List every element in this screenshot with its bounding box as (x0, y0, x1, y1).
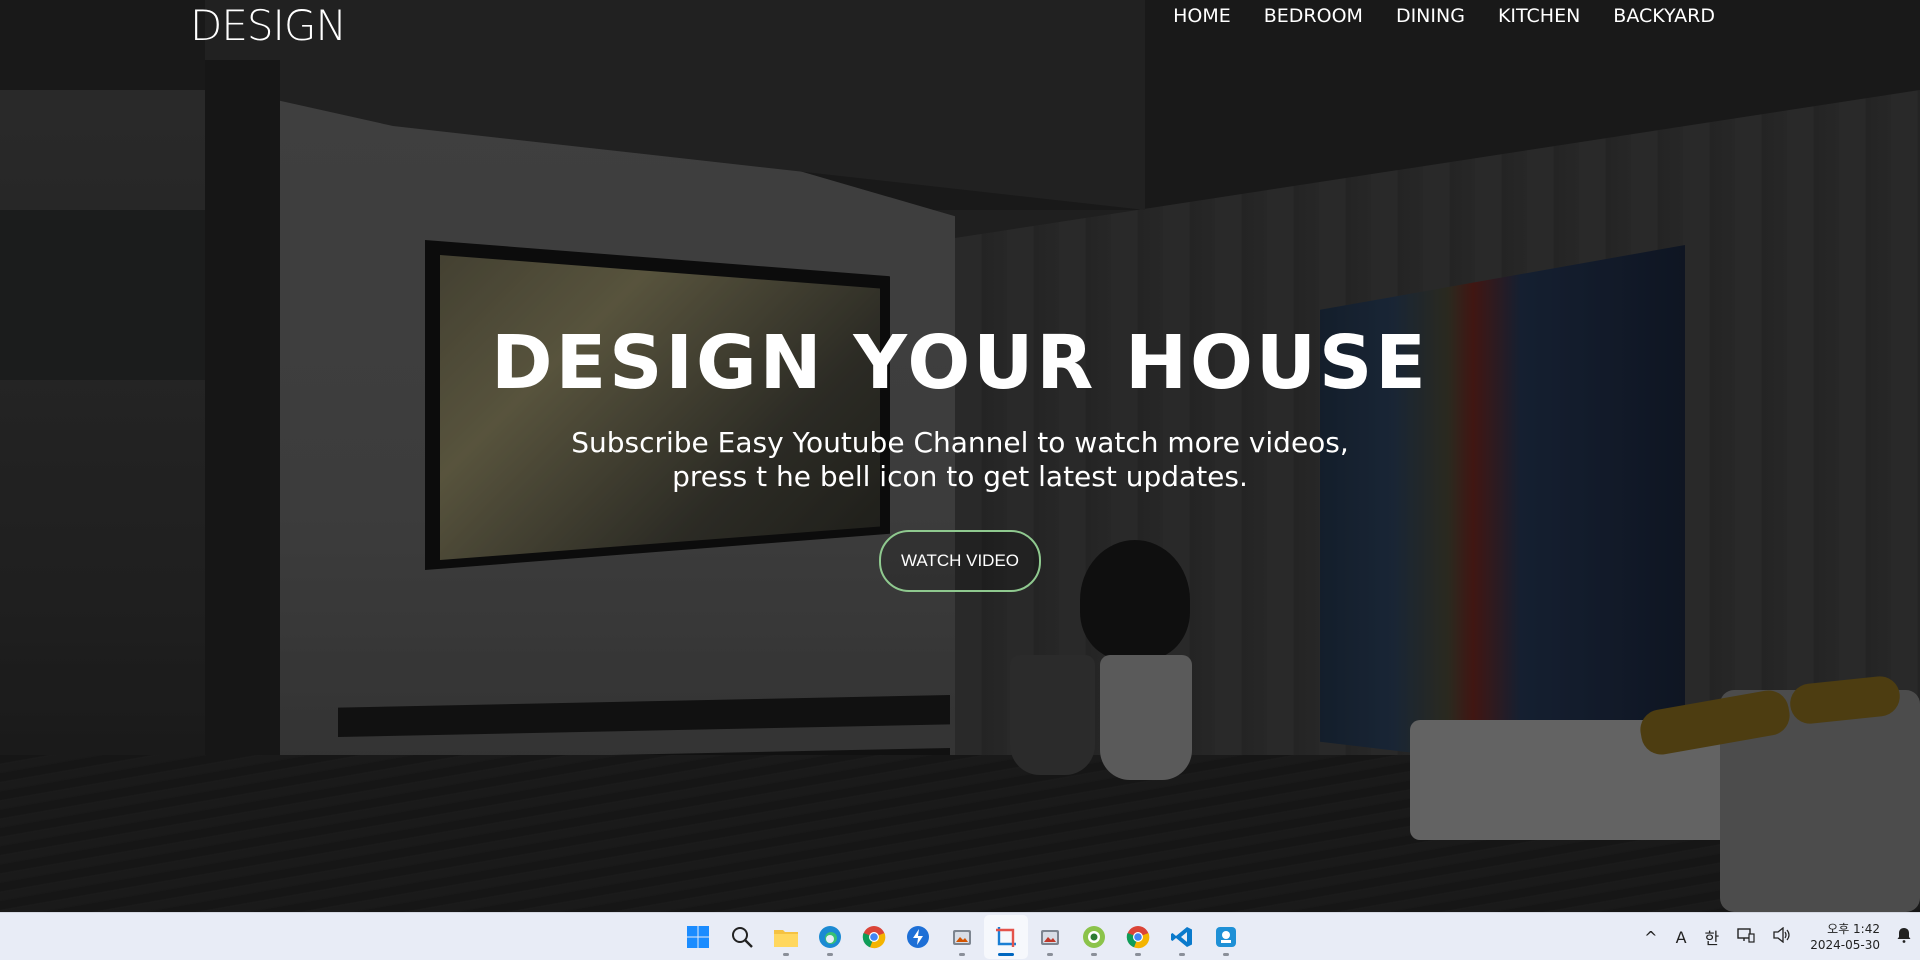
taskbar-file-explorer[interactable] (764, 915, 808, 959)
running-indicator (1091, 953, 1097, 956)
green-circle-app-icon (1083, 926, 1105, 948)
active-indicator (998, 953, 1014, 956)
running-indicator (1179, 953, 1185, 956)
bolt-app-icon (907, 926, 929, 948)
notification-bell-icon[interactable] (1897, 927, 1911, 947)
photos-icon (953, 930, 971, 945)
taskbar-edge[interactable] (808, 915, 852, 959)
hero-title: DESIGN YOUR HOUSE (491, 320, 1429, 406)
site-logo[interactable]: DESIGN (190, 2, 347, 50)
volume-icon[interactable] (1773, 926, 1791, 947)
taskbar-chrome[interactable] (852, 915, 896, 959)
hero-subtitle-line2: press t he bell icon to get latest updat… (672, 460, 1248, 493)
nav-link-home[interactable]: HOME (1173, 0, 1231, 32)
running-indicator (827, 953, 833, 956)
tray-clock[interactable]: 오후 1:42 2024-05-30 (1810, 921, 1880, 953)
running-indicator (783, 953, 789, 956)
hero-content: DESIGN YOUR HOUSE Subscribe Easy Youtube… (0, 318, 1920, 592)
clock-date: 2024-05-30 (1810, 938, 1880, 952)
taskbar-apps (676, 913, 1248, 960)
chrome-icon (862, 926, 886, 949)
search-icon (732, 927, 753, 948)
nav-link-kitchen[interactable]: KITCHEN (1498, 0, 1580, 32)
watch-video-button[interactable]: WATCH VIDEO (878, 530, 1042, 592)
nav-link-bedroom[interactable]: BEDROOM (1264, 0, 1363, 32)
speaker-icon (1773, 926, 1790, 944)
taskbar-search-button[interactable] (720, 915, 764, 959)
network-display-icon (1737, 928, 1755, 943)
bell-icon (1897, 928, 1911, 943)
edge-icon (819, 926, 841, 948)
taskbar-app-green[interactable] (1072, 915, 1116, 959)
taskbar-vscode[interactable] (1160, 915, 1204, 959)
running-indicator (1223, 953, 1229, 956)
nav-link-dining[interactable]: DINING (1396, 0, 1465, 32)
taskbar-start-button[interactable] (676, 915, 720, 959)
ime-mode-korean[interactable]: 한 (1705, 925, 1720, 949)
network-icon[interactable] (1737, 927, 1755, 947)
vscode-icon (1171, 927, 1192, 947)
taskbar-app-blue[interactable] (896, 915, 940, 959)
taskbar-photos-1[interactable] (940, 915, 984, 959)
clock-time: 오후 1:42 (1827, 922, 1880, 936)
ime-mode-a[interactable]: A (1676, 928, 1687, 947)
system-tray: ^ A 한 오후 1:42 2024-05-30 (1635, 913, 1920, 960)
chrome-icon (1126, 926, 1150, 949)
running-indicator (959, 953, 965, 956)
tray-overflow-chevron[interactable]: ^ (1644, 928, 1657, 947)
taskbar: ^ A 한 오후 1:42 2024-05-30 (0, 912, 1920, 960)
taskbar-app-teal[interactable] (1204, 915, 1248, 959)
navbar: DESIGN HOME BEDROOM DINING KITCHEN BACKY… (0, 0, 1920, 50)
hero-section: DESIGN HOME BEDROOM DINING KITCHEN BACKY… (0, 0, 1920, 912)
running-indicator (1135, 953, 1141, 956)
nav-link-backyard[interactable]: BACKYARD (1613, 0, 1715, 32)
nav-links: HOME BEDROOM DINING KITCHEN BACKYARD (1140, 0, 1715, 32)
photos-icon (1041, 930, 1059, 945)
teal-app-icon (1216, 927, 1236, 947)
taskbar-snipping-tool[interactable] (984, 915, 1028, 959)
hero-subtitle-line1: Subscribe Easy Youtube Channel to watch … (571, 426, 1349, 459)
hero-subtitle: Subscribe Easy Youtube Channel to watch … (0, 426, 1920, 494)
taskbar-photos-2[interactable] (1028, 915, 1072, 959)
folder-icon (774, 930, 798, 947)
taskbar-chrome-2[interactable] (1116, 915, 1160, 959)
snipping-tool-icon (996, 927, 1016, 947)
windows-logo-icon (687, 926, 709, 948)
running-indicator (1047, 953, 1053, 956)
